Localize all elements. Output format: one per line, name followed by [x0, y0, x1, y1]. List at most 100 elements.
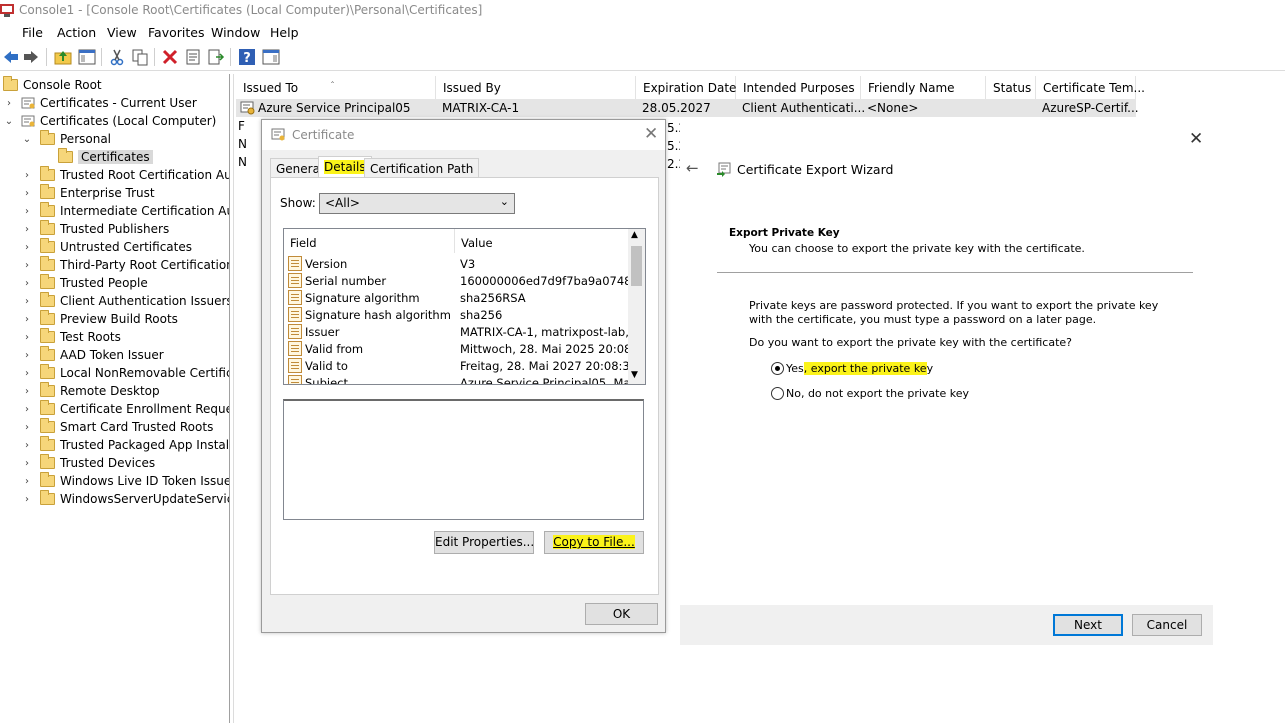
- export-list-icon[interactable]: [207, 48, 225, 66]
- chevron-right-icon[interactable]: ›: [22, 346, 32, 364]
- column-expiration-date[interactable]: Expiration Date: [636, 76, 736, 100]
- tab-certification-path[interactable]: Certification Path: [364, 158, 480, 178]
- tree-store-item[interactable]: Remote Desktop: [40, 382, 160, 400]
- chevron-right-icon[interactable]: ›: [22, 364, 32, 382]
- chevron-down-icon[interactable]: ⌄: [4, 112, 14, 130]
- chevron-right-icon[interactable]: ›: [22, 472, 32, 490]
- table-row[interactable]: Issuer MATRIX-CA-1, matrixpost-lab,...: [288, 323, 640, 340]
- tree-store-item[interactable]: Smart Card Trusted Roots: [40, 418, 213, 436]
- list-item[interactable]: N: [238, 137, 247, 155]
- column-certificate-template[interactable]: Certificate Tem...: [1036, 76, 1145, 100]
- menu-view[interactable]: View: [107, 25, 137, 40]
- tree-store-item[interactable]: Trusted Publishers: [40, 220, 169, 238]
- column-intended-purposes[interactable]: Intended Purposes: [736, 76, 861, 100]
- tree-store-item[interactable]: Certificate Enrollment Requests: [40, 400, 229, 418]
- table-row[interactable]: Serial number 160000006ed7d9f7ba9a0748...: [288, 272, 642, 289]
- cut-icon[interactable]: [108, 48, 126, 66]
- menu-help[interactable]: Help: [270, 25, 299, 40]
- tree-certificates-current-user[interactable]: Certificates - Current User: [21, 94, 197, 112]
- radio-yes[interactable]: [771, 361, 784, 375]
- tree-store-item[interactable]: Preview Build Roots: [40, 310, 178, 328]
- tree-personal[interactable]: Personal: [40, 130, 111, 148]
- tree-store-item[interactable]: Trusted People: [40, 274, 148, 292]
- tree-store-item[interactable]: Third-Party Root Certification Au: [40, 256, 229, 274]
- chevron-right-icon[interactable]: ›: [22, 166, 32, 184]
- table-row[interactable]: Valid to Freitag, 28. Mai 2027 20:08:32: [288, 357, 637, 374]
- option-no-export[interactable]: No, do not export the private key: [771, 385, 969, 401]
- table-row[interactable]: Azure Service Principal05 MATRIX-CA-1 28…: [236, 99, 1139, 117]
- tree-store-item[interactable]: AAD Token Issuer: [40, 346, 164, 364]
- scroll-down-icon[interactable]: ▼: [631, 370, 638, 380]
- chevron-right-icon[interactable]: ›: [22, 454, 32, 472]
- next-button[interactable]: Next: [1053, 614, 1123, 636]
- tree-store-item[interactable]: WindowsServerUpdateServices: [40, 490, 229, 508]
- radio-no[interactable]: [771, 386, 784, 400]
- tree-personal-certificates[interactable]: Certificates: [58, 148, 153, 166]
- chevron-right-icon[interactable]: ›: [22, 400, 32, 418]
- option-yes-export[interactable]: Yes, export the private key: [771, 360, 933, 376]
- chevron-down-icon[interactable]: ⌄: [22, 130, 32, 148]
- menu-file[interactable]: File: [22, 25, 43, 40]
- chevron-right-icon[interactable]: ›: [22, 274, 32, 292]
- chevron-right-icon[interactable]: ›: [4, 94, 14, 112]
- column-status[interactable]: Status: [986, 76, 1036, 100]
- chevron-right-icon[interactable]: ›: [22, 292, 32, 310]
- scrollbar-thumb[interactable]: [631, 246, 642, 286]
- tree-store-item[interactable]: Intermediate Certification Autho: [40, 202, 229, 220]
- edit-properties-button[interactable]: Edit Properties...: [434, 531, 534, 554]
- show-hide-action-pane-icon[interactable]: [262, 48, 280, 66]
- vertical-scrollbar[interactable]: ▲ ▼: [628, 229, 645, 384]
- chevron-right-icon[interactable]: ›: [22, 328, 32, 346]
- table-row[interactable]: Subject Azure Service Principal05, Mat...: [288, 374, 645, 384]
- copy-icon[interactable]: [131, 48, 149, 66]
- chevron-right-icon[interactable]: ›: [22, 256, 32, 274]
- cancel-button[interactable]: Cancel: [1132, 614, 1202, 636]
- help-icon[interactable]: ?: [238, 48, 256, 66]
- column-issued-by[interactable]: Issued By: [436, 76, 636, 100]
- table-row[interactable]: Version V3: [288, 255, 624, 272]
- table-row[interactable]: Signature algorithm sha256RSA: [288, 289, 624, 306]
- tree-store-item[interactable]: Trusted Devices: [40, 454, 155, 472]
- column-issued-to[interactable]: Issued To: [236, 76, 436, 100]
- tree-store-item[interactable]: Windows Live ID Token Issuer: [40, 472, 229, 490]
- tree-store-item[interactable]: Untrusted Certificates: [40, 238, 192, 256]
- menu-action[interactable]: Action: [57, 25, 96, 40]
- forward-arrow-icon[interactable]: [22, 48, 40, 66]
- tree-store-item[interactable]: Enterprise Trust: [40, 184, 155, 202]
- show-dropdown[interactable]: <All> ⌄: [319, 193, 515, 214]
- ok-button[interactable]: OK: [585, 603, 658, 625]
- tree-store-item[interactable]: Test Roots: [40, 328, 121, 346]
- chevron-right-icon[interactable]: ›: [22, 382, 32, 400]
- properties-icon[interactable]: [184, 48, 202, 66]
- close-icon[interactable]: ✕: [1189, 129, 1203, 149]
- chevron-right-icon[interactable]: ›: [22, 202, 32, 220]
- chevron-right-icon[interactable]: ›: [22, 490, 32, 508]
- up-folder-icon[interactable]: [54, 48, 72, 66]
- tree-store-item[interactable]: Trusted Packaged App Installatic: [40, 436, 229, 454]
- fields-grid[interactable]: Field Value Version V3 Serial number 160000…: [283, 228, 646, 385]
- tree-store-item[interactable]: Local NonRemovable Certificate: [40, 364, 229, 382]
- column-friendly-name[interactable]: Friendly Name: [861, 76, 986, 100]
- tree-console-root[interactable]: Console Root: [3, 76, 102, 94]
- chevron-right-icon[interactable]: ›: [22, 238, 32, 256]
- list-item[interactable]: F: [238, 119, 245, 137]
- table-row[interactable]: Signature hash algorithm sha256: [288, 306, 624, 323]
- back-arrow-icon[interactable]: [2, 48, 20, 66]
- show-hide-tree-icon[interactable]: [78, 48, 96, 66]
- list-item[interactable]: N: [238, 155, 247, 173]
- tree-store-item[interactable]: Client Authentication Issuers: [40, 292, 229, 310]
- tree-store-item[interactable]: Trusted Root Certification Authc: [40, 166, 229, 184]
- menu-favorites[interactable]: Favorites: [148, 25, 204, 40]
- chevron-right-icon[interactable]: ›: [22, 310, 32, 328]
- chevron-right-icon[interactable]: ›: [22, 418, 32, 436]
- chevron-right-icon[interactable]: ›: [22, 436, 32, 454]
- chevron-right-icon[interactable]: ›: [22, 220, 32, 238]
- table-row[interactable]: Valid from Mittwoch, 28. Mai 2025 20:08:3…: [288, 340, 645, 357]
- close-icon[interactable]: ✕: [644, 124, 658, 144]
- delete-icon[interactable]: [161, 48, 179, 66]
- copy-to-file-button[interactable]: Copy to File...: [544, 531, 644, 554]
- value-detail-box[interactable]: [283, 399, 644, 520]
- menu-window[interactable]: Window: [211, 25, 260, 40]
- back-arrow-icon[interactable]: ←: [686, 159, 699, 177]
- chevron-right-icon[interactable]: ›: [22, 184, 32, 202]
